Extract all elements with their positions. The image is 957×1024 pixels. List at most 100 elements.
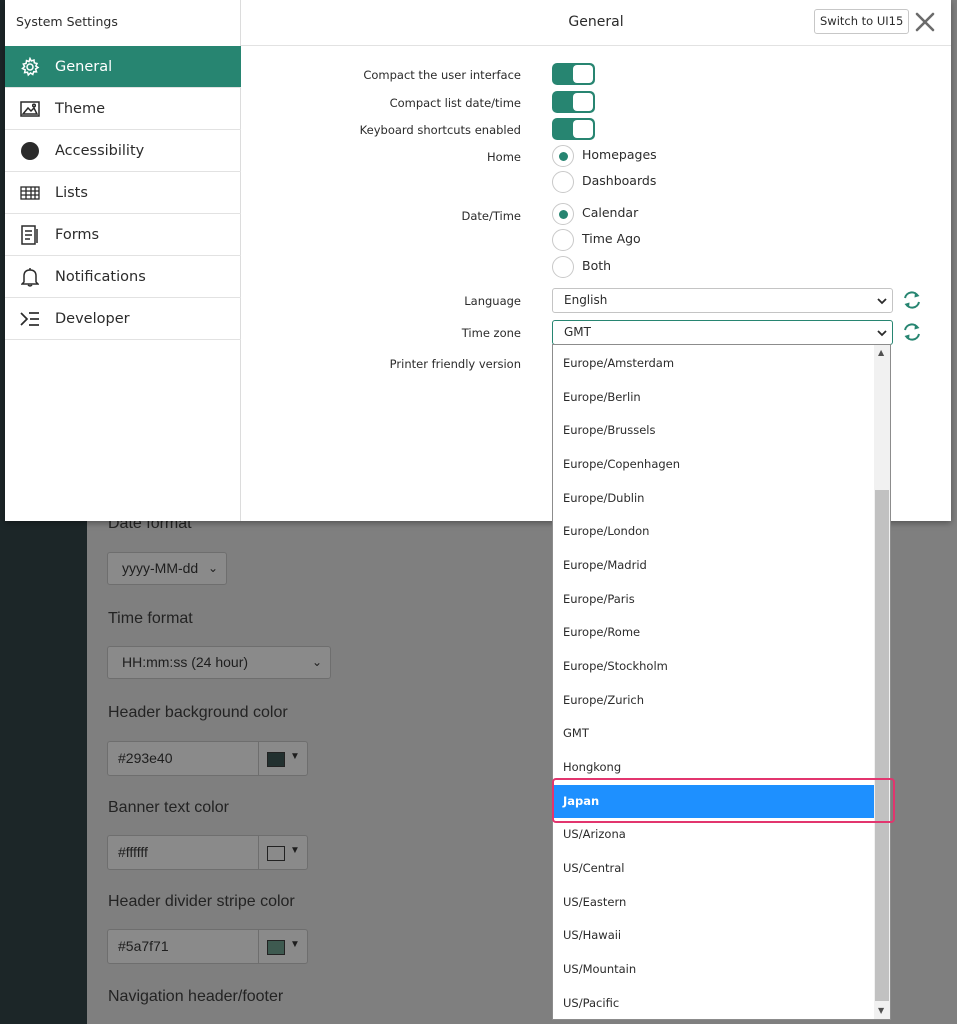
circle-icon <box>5 141 55 161</box>
refresh-icon[interactable] <box>901 289 923 311</box>
switch-ui-button[interactable]: Switch to UI15 <box>814 9 910 34</box>
chevron-down-icon: ⌄ <box>311 655 322 669</box>
date-format-value: yyyy-MM-dd <box>122 560 199 576</box>
datetime-both-radio[interactable] <box>552 256 574 278</box>
banner-text-color-input[interactable]: #ffffff <box>107 835 259 870</box>
sidebar-item-forms[interactable]: Forms <box>5 214 241 256</box>
option-europe-berlin[interactable]: Europe/Berlin <box>553 381 874 414</box>
sidebar-item-theme[interactable]: Theme <box>5 88 241 130</box>
sidebar-title: System Settings <box>16 14 118 29</box>
home-homepages-label: Homepages <box>582 147 657 162</box>
sidebar-item-label: Forms <box>55 226 100 243</box>
home-homepages-radio[interactable] <box>552 145 574 167</box>
language-select[interactable]: English <box>552 288 893 313</box>
timezone-dropdown-list[interactable]: Europe/Amsterdam Europe/Berlin Europe/Br… <box>552 344 891 1020</box>
image-icon <box>5 100 55 117</box>
home-label: Home <box>487 150 521 164</box>
header-bg-color-label: Header background color <box>108 704 288 721</box>
divider-color-input[interactable]: #5a7f71 <box>107 929 259 964</box>
time-format-select[interactable]: HH:mm:ss (24 hour) ⌄ <box>107 646 331 679</box>
option-europe-stockholm[interactable]: Europe/Stockholm <box>553 650 874 683</box>
sidebar-item-developer[interactable]: Developer <box>5 298 241 340</box>
caret-down-icon: ▼ <box>290 845 300 856</box>
datetime-time-ago-label: Time Ago <box>582 231 641 246</box>
date-format-select[interactable]: yyyy-MM-dd ⌄ <box>107 552 227 585</box>
sidebar-item-label: General <box>55 58 113 75</box>
dropdown-scrollbar[interactable]: ▲ ▼ <box>874 345 890 1019</box>
option-gmt[interactable]: GMT <box>553 717 874 750</box>
option-japan[interactable]: Japan <box>553 785 874 818</box>
option-europe-rome[interactable]: Europe/Rome <box>553 616 874 649</box>
gear-icon <box>5 56 55 77</box>
chevron-down-icon <box>876 293 888 316</box>
scroll-up-arrow-icon[interactable]: ▲ <box>878 348 884 357</box>
option-us-mountain[interactable]: US/Mountain <box>553 953 874 986</box>
timezone-select[interactable]: GMT <box>552 320 893 345</box>
list-grid-icon <box>5 185 55 200</box>
option-us-hawaii[interactable]: US/Hawaii <box>553 919 874 952</box>
option-us-arizona[interactable]: US/Arizona <box>553 818 874 851</box>
scroll-down-arrow-icon[interactable]: ▼ <box>878 1006 884 1015</box>
option-europe-london[interactable]: Europe/London <box>553 515 874 548</box>
sidebar-item-notifications[interactable]: Notifications <box>5 256 241 298</box>
keyboard-shortcuts-label: Keyboard shortcuts enabled <box>359 123 521 137</box>
caret-down-icon: ▼ <box>290 751 300 762</box>
close-icon[interactable] <box>913 10 937 34</box>
option-us-central[interactable]: US/Central <box>553 852 874 885</box>
form-icon <box>5 224 55 245</box>
header-bg-color-input[interactable]: #293e40 <box>107 741 259 776</box>
header-bg-color-picker[interactable]: ▼ <box>258 741 308 776</box>
sidebar-item-label: Developer <box>55 310 130 327</box>
sidebar-item-label: Lists <box>55 184 88 201</box>
developer-icon <box>5 311 55 327</box>
option-europe-dublin[interactable]: Europe/Dublin <box>553 482 874 515</box>
sidebar-item-general[interactable]: General <box>5 46 241 88</box>
toggle-knob <box>573 65 593 83</box>
compact-ui-toggle[interactable] <box>552 63 595 85</box>
divider-color-label: Header divider stripe color <box>108 893 295 910</box>
color-swatch <box>267 940 285 955</box>
sidebar-item-label: Accessibility <box>55 142 145 159</box>
datetime-label: Date/Time <box>461 209 521 223</box>
home-dashboards-label: Dashboards <box>582 173 657 188</box>
option-europe-copenhagen[interactable]: Europe/Copenhagen <box>553 448 874 481</box>
option-us-pacific[interactable]: US/Pacific <box>553 987 874 1020</box>
settings-sidebar: System Settings General Theme Accessibil… <box>5 0 241 521</box>
datetime-calendar-radio[interactable] <box>552 203 574 225</box>
compact-list-toggle[interactable] <box>552 91 595 113</box>
datetime-time-ago-radio[interactable] <box>552 229 574 251</box>
sidebar-item-lists[interactable]: Lists <box>5 172 241 214</box>
nav-header-footer-label: Navigation header/footer <box>108 988 284 1005</box>
keyboard-shortcuts-toggle[interactable] <box>552 118 595 140</box>
option-europe-madrid[interactable]: Europe/Madrid <box>553 549 874 582</box>
sidebar-item-accessibility[interactable]: Accessibility <box>5 130 241 172</box>
datetime-both-label: Both <box>582 258 612 273</box>
time-format-value: HH:mm:ss (24 hour) <box>122 654 249 670</box>
home-dashboards-radio[interactable] <box>552 171 574 193</box>
sidebar-item-label: Theme <box>55 100 106 117</box>
refresh-icon[interactable] <box>901 321 923 343</box>
printer-friendly-label: Printer friendly version <box>389 357 521 371</box>
color-swatch <box>267 752 285 767</box>
compact-list-label: Compact list date/time <box>389 96 521 110</box>
compact-ui-label: Compact the user interface <box>363 68 521 82</box>
banner-text-color-picker[interactable]: ▼ <box>258 835 308 870</box>
language-value: English <box>564 293 608 307</box>
caret-down-icon: ▼ <box>290 939 300 950</box>
option-europe-paris[interactable]: Europe/Paris <box>553 583 874 616</box>
sidebar-item-label: Notifications <box>55 268 146 285</box>
option-europe-amsterdam[interactable]: Europe/Amsterdam <box>553 347 874 380</box>
bell-icon <box>5 267 55 287</box>
option-hongkong[interactable]: Hongkong <box>553 751 874 784</box>
scrollbar-thumb[interactable] <box>875 490 889 1001</box>
option-europe-zurich[interactable]: Europe/Zurich <box>553 684 874 717</box>
divider-color-picker[interactable]: ▼ <box>258 929 308 964</box>
timezone-label: Time zone <box>461 326 521 340</box>
toggle-knob <box>573 93 593 111</box>
toggle-knob <box>573 120 593 138</box>
option-europe-brussels[interactable]: Europe/Brussels <box>553 414 874 447</box>
datetime-calendar-label: Calendar <box>582 205 639 220</box>
option-us-eastern[interactable]: US/Eastern <box>553 886 874 919</box>
settings-header: General Switch to UI15 <box>241 0 951 46</box>
timezone-value: GMT <box>564 325 591 339</box>
